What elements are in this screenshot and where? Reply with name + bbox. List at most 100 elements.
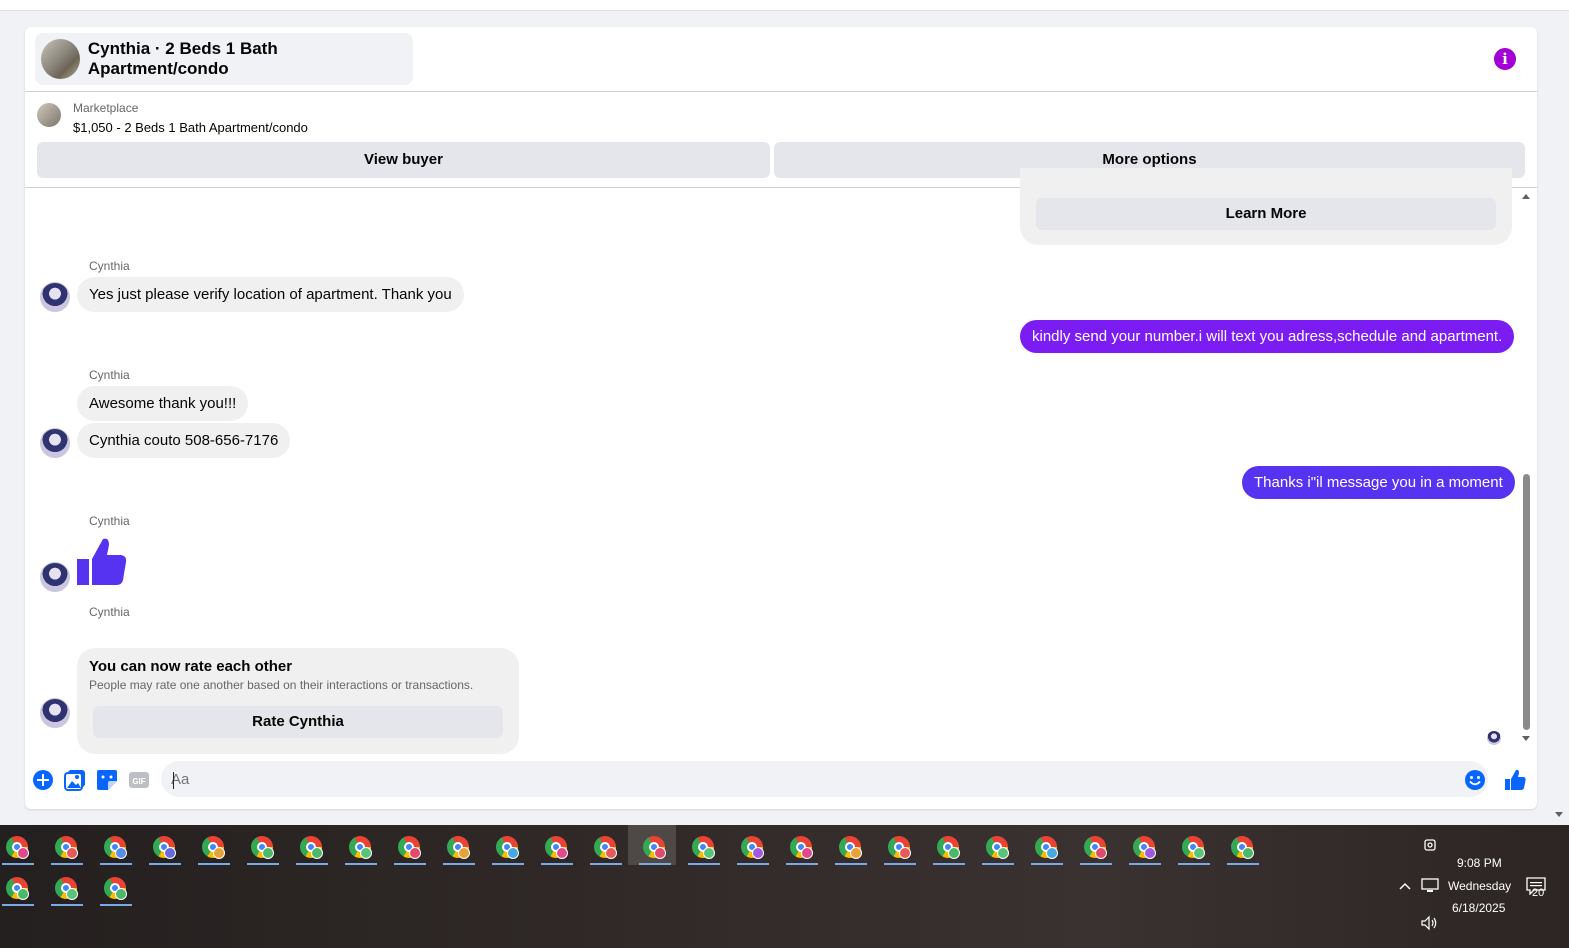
running-indicator	[688, 863, 720, 865]
like-icon[interactable]	[1504, 769, 1526, 791]
profile-icon	[17, 888, 29, 900]
profile-icon	[1046, 847, 1058, 859]
taskbar-chrome-app[interactable]	[0, 828, 36, 866]
running-indicator	[639, 863, 671, 865]
taskbar-chrome-app[interactable]	[147, 828, 183, 866]
listing-category: Marketplace	[73, 101, 139, 115]
windows-taskbar: 9:08 PM Wednesday 6/18/2025 20	[0, 825, 1569, 948]
taskbar-chrome-app[interactable]	[686, 828, 722, 866]
taskbar-chrome-app[interactable]	[1176, 828, 1212, 866]
photo-icon[interactable]	[64, 769, 86, 791]
clock-day[interactable]: Wednesday	[1448, 879, 1511, 893]
learn-more-button[interactable]: Learn More	[1036, 198, 1496, 230]
taskbar-chrome-app[interactable]	[588, 828, 624, 866]
clock-time[interactable]: 9:08 PM	[1457, 856, 1502, 870]
profile-icon	[605, 847, 617, 859]
message-scrollbar[interactable]	[1518, 188, 1534, 760]
sticker-icon[interactable]	[96, 769, 118, 791]
taskbar-chrome-app-active[interactable]	[637, 828, 673, 866]
profile-icon	[115, 847, 127, 859]
scroll-down-arrow[interactable]	[1522, 736, 1530, 741]
taskbar-chrome-app[interactable]	[98, 869, 134, 907]
notification-count: 20	[1532, 887, 1545, 899]
sender-name: Cynthia	[89, 514, 130, 528]
rating-card-title: You can now rate each other	[89, 658, 293, 675]
taskbar-chrome-app[interactable]	[441, 828, 477, 866]
taskbar-chrome-app[interactable]	[833, 828, 869, 866]
profile-icon	[1095, 847, 1107, 859]
taskbar-chrome-app[interactable]	[98, 828, 134, 866]
taskbar-chrome-app[interactable]	[1078, 828, 1114, 866]
taskbar-chrome-app[interactable]	[294, 828, 330, 866]
profile-icon	[66, 847, 78, 859]
thumbs-up-icon[interactable]	[77, 537, 127, 587]
info-icon[interactable]: i	[1494, 48, 1516, 70]
volume-icon[interactable]	[1420, 915, 1438, 931]
profile-icon	[409, 847, 421, 859]
taskbar-chrome-app[interactable]	[1225, 828, 1261, 866]
taskbar-chrome-app[interactable]	[784, 828, 820, 866]
avatar[interactable]	[40, 428, 70, 458]
taskbar-chrome-app[interactable]	[245, 828, 281, 866]
running-indicator	[247, 863, 279, 865]
profile-icon	[17, 847, 29, 859]
conversation-title-button[interactable]: Cynthia · 2 Beds 1 Bath Apartment/condo	[35, 33, 413, 85]
page-scroll-down-arrow[interactable]	[1555, 812, 1563, 817]
taskbar-chrome-app[interactable]	[1127, 828, 1163, 866]
rate-user-button[interactable]: Rate Cynthia	[93, 706, 503, 738]
running-indicator	[492, 863, 524, 865]
taskbar-chrome-app[interactable]	[980, 828, 1016, 866]
avatar[interactable]	[40, 282, 70, 312]
running-indicator	[982, 863, 1014, 865]
taskbar-chrome-app[interactable]	[0, 869, 36, 907]
taskbar-chrome-app[interactable]	[882, 828, 918, 866]
taskbar-chrome-app[interactable]	[1029, 828, 1065, 866]
read-receipt-avatar	[1487, 731, 1501, 745]
taskbar-chrome-app[interactable]	[490, 828, 526, 866]
sender-name: Cynthia	[89, 605, 130, 619]
text-caret	[173, 772, 174, 789]
message-bubble-incoming[interactable]: Awesome thank you!!!	[77, 386, 249, 421]
message-list: Learn More Cynthia Yes just please verif…	[25, 168, 1537, 760]
sender-name: Cynthia	[89, 368, 130, 382]
view-buyer-button[interactable]: View buyer	[37, 142, 770, 178]
avatar[interactable]	[40, 698, 70, 728]
running-indicator	[198, 863, 230, 865]
taskbar-chrome-app[interactable]	[931, 828, 967, 866]
taskbar-chrome-app[interactable]	[49, 828, 85, 866]
running-indicator	[786, 863, 818, 865]
avatar[interactable]	[40, 562, 70, 592]
profile-icon	[801, 847, 813, 859]
message-bubble-outgoing[interactable]: Thanks i"il message you in a moment	[1242, 466, 1515, 499]
plus-circle-icon[interactable]	[32, 769, 54, 791]
message-bubble-incoming[interactable]: Yes just please verify location of apart…	[77, 277, 464, 312]
taskbar-chrome-app[interactable]	[539, 828, 575, 866]
scroll-thumb[interactable]	[1523, 474, 1530, 730]
sender-name: Cynthia	[89, 259, 130, 273]
listing-avatar	[41, 39, 80, 79]
running-indicator	[590, 863, 622, 865]
running-indicator	[100, 904, 132, 906]
taskbar-chrome-app[interactable]	[735, 828, 771, 866]
gif-icon[interactable]: GIF	[128, 769, 150, 791]
profile-icon	[213, 847, 225, 859]
taskbar-chrome-app[interactable]	[49, 869, 85, 907]
chevron-up-icon[interactable]	[1398, 880, 1412, 892]
svg-text:GIF: GIF	[132, 777, 145, 786]
profile-icon	[115, 888, 127, 900]
taskbar-chrome-app[interactable]	[343, 828, 379, 866]
network-icon[interactable]	[1421, 878, 1439, 893]
clock-date[interactable]: 6/18/2025	[1452, 901, 1505, 915]
message-bubble-incoming[interactable]: Cynthia couto 508-656-7176	[77, 423, 291, 458]
scroll-up-arrow[interactable]	[1522, 194, 1530, 199]
profile-icon	[1193, 847, 1205, 859]
meet-now-icon[interactable]	[1422, 837, 1438, 853]
taskbar-chrome-app[interactable]	[392, 828, 428, 866]
message-bubble-outgoing[interactable]: kindly send your number.i will text you …	[1020, 320, 1515, 353]
taskbar-chrome-app[interactable]	[196, 828, 232, 866]
emoji-icon[interactable]	[1464, 769, 1486, 791]
message-input[interactable]	[161, 761, 1488, 797]
listing-price-title[interactable]: $1,050 - 2 Beds 1 Bath Apartment/condo	[73, 120, 308, 135]
running-indicator	[51, 904, 83, 906]
running-indicator	[541, 863, 573, 865]
